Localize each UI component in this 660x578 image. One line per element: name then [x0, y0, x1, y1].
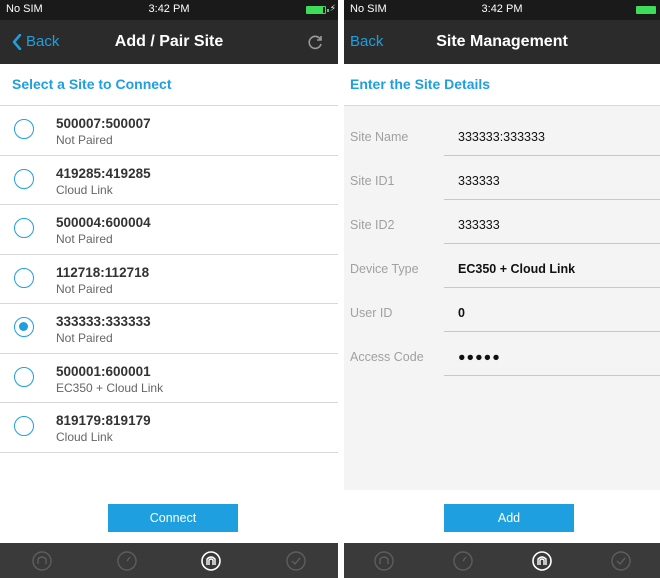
site-details-form: Site Name 333333:333333 Site ID1 333333 … [344, 106, 660, 490]
access-code-label: Access Code [350, 350, 424, 364]
site-management-screen: No SIM 3:42 PM Back Site Management Ente… [344, 0, 660, 578]
site-name-field[interactable]: 333333:333333 [444, 120, 660, 156]
site-id2-field[interactable]: 333333 [444, 208, 660, 244]
check-icon[interactable] [610, 550, 632, 572]
status-time: 3:42 PM [481, 3, 523, 15]
site-row[interactable]: 500004:600004 Not Paired [0, 205, 338, 255]
gauge-icon[interactable] [116, 550, 138, 572]
status-bar: No SIM 3:42 PM ⚡ [0, 0, 338, 20]
section-title: Enter the Site Details [344, 64, 660, 106]
refresh-icon[interactable] [306, 33, 324, 51]
site-status: Not Paired [56, 232, 113, 246]
device-type-row: Device Type EC350 + Cloud Link [344, 248, 660, 288]
site-row[interactable]: 819179:819179 Cloud Link [0, 403, 338, 453]
site-name: 419285:419285 [56, 165, 151, 181]
site-id1-row: Site ID1 333333 [344, 160, 660, 200]
radio-icon[interactable] [14, 168, 34, 189]
site-name: 500004:600004 [56, 215, 151, 230]
site-name: 500001:600001 [56, 363, 151, 379]
access-code-field[interactable]: ●●●●● [444, 340, 660, 376]
back-label: Back [350, 33, 384, 50]
site-name: 112718:112718 [56, 264, 150, 280]
tab-bar [344, 543, 660, 578]
gauge-icon[interactable] [452, 550, 474, 572]
site-status: Cloud Link [56, 182, 113, 197]
access-code-row: Access Code ●●●●● [344, 336, 660, 376]
back-button[interactable]: Back [350, 33, 383, 50]
user-id-field[interactable]: 0 [444, 296, 660, 332]
site-id1-label: Site ID1 [350, 174, 395, 188]
back-button[interactable]: Back [12, 33, 59, 50]
back-label: Back [26, 33, 60, 50]
status-bar: No SIM 3:42 PM [344, 0, 660, 20]
device-type-label: Device Type [350, 262, 419, 276]
nav-bar: Back Add / Pair Site [0, 20, 338, 64]
site-status: Not Paired [56, 331, 113, 345]
site-row[interactable]: 419285:419285 Cloud Link [0, 156, 338, 205]
check-icon[interactable] [285, 550, 307, 572]
site-id2-row: Site ID2 333333 [344, 204, 660, 244]
radio-selected-icon[interactable] [14, 317, 34, 337]
site-name-label: Site Name [350, 130, 409, 144]
site-status: EC350 + Cloud Link [56, 380, 164, 395]
connect-button[interactable]: Connect [108, 504, 238, 532]
site-id1-field[interactable]: 333333 [444, 164, 660, 200]
battery-icon [636, 6, 656, 14]
site-name-row: Site Name 333333:333333 [344, 116, 660, 156]
site-id2-label: Site ID2 [350, 218, 395, 232]
user-id-label: User ID [350, 306, 393, 320]
pair-icon[interactable] [531, 550, 553, 572]
section-title: Select a Site to Connect [0, 64, 338, 106]
charging-icon: ⚡ [329, 3, 336, 13]
site-icon[interactable] [31, 550, 53, 572]
nav-bar: Back Site Management [344, 20, 660, 64]
radio-icon[interactable] [14, 267, 34, 288]
device-type-field[interactable]: EC350 + Cloud Link [444, 252, 660, 288]
site-row[interactable]: 500007:500007 Not Paired [0, 106, 338, 156]
radio-icon[interactable] [14, 416, 34, 436]
site-name: 500007:500007 [56, 116, 151, 131]
radio-icon[interactable] [14, 366, 34, 387]
user-id-row: User ID 0 [344, 292, 660, 332]
battery-icon [306, 6, 329, 14]
site-row[interactable]: 500001:600001 EC350 + Cloud Link [0, 354, 338, 403]
radio-icon[interactable] [14, 218, 34, 238]
site-status: Not Paired [56, 281, 113, 296]
site-name: 819179:819179 [56, 413, 151, 428]
add-pair-site-screen: No SIM 3:42 PM ⚡ Back Add / Pair Site Se… [0, 0, 338, 578]
site-list: 500007:500007 Not Paired 419285:419285 Clou… [0, 106, 338, 453]
add-button[interactable]: Add [444, 504, 574, 532]
site-icon[interactable] [373, 550, 395, 572]
site-status: Not Paired [56, 133, 113, 147]
pair-icon[interactable] [200, 550, 222, 572]
tab-bar [0, 543, 338, 578]
radio-icon[interactable] [14, 119, 34, 139]
site-row[interactable]: 333333:333333 Not Paired [0, 304, 338, 354]
site-row[interactable]: 112718:112718 Not Paired [0, 255, 338, 304]
site-name: 333333:333333 [56, 314, 151, 329]
site-status: Cloud Link [56, 430, 113, 444]
page-title: Site Management [436, 33, 568, 50]
status-time: 3:42 PM [148, 3, 190, 15]
chevron-left-icon [12, 33, 22, 50]
